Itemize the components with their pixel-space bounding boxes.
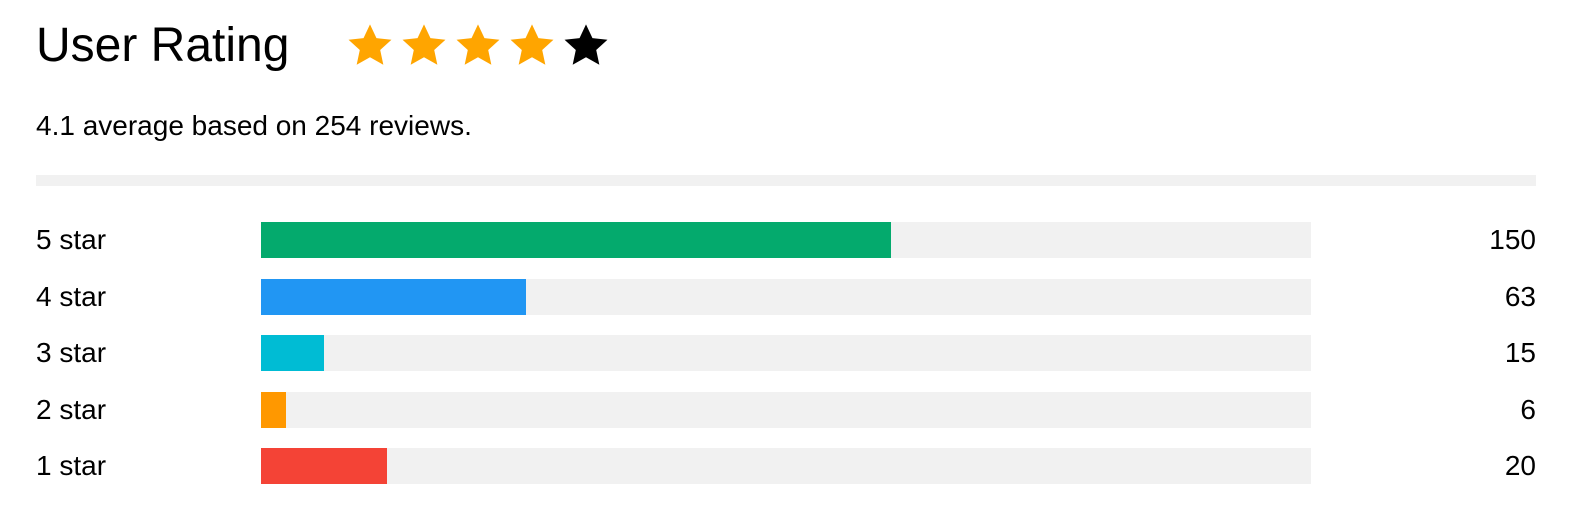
rating-row-count: 63 [1504, 280, 1536, 312]
rating-row-label: 3 star [36, 337, 107, 368]
rating-breakdown: 5 star 150 4 star 63 3 star 15 2 star 6 … [36, 222, 1536, 505]
rating-row-label: 1 star [36, 450, 107, 481]
rating-bar-fill [261, 448, 387, 484]
page-title: User Rating [36, 19, 290, 72]
star-icon [348, 24, 392, 65]
star-icon [564, 24, 608, 65]
star-icon [402, 24, 446, 65]
rating-bar-track [261, 391, 1311, 428]
rating-bar-fill [261, 391, 287, 428]
rating-bar-track [261, 278, 1311, 315]
rating-summary: 4.1 average based on 254 reviews. [36, 110, 472, 141]
rating-row-count: 15 [1504, 337, 1536, 368]
divider [36, 175, 1536, 186]
rating-bar-track [261, 448, 1311, 484]
rating-row-label: 4 star [36, 280, 107, 312]
star-rating [345, 21, 615, 71]
rating-row: 4 star 63 [36, 278, 1536, 315]
rating-row: 5 star 150 [36, 222, 1536, 258]
rating-row: 1 star 20 [36, 448, 1536, 484]
rating-row-label: 5 star [36, 224, 107, 255]
rating-row: 3 star 15 [36, 335, 1536, 371]
rating-row-count: 20 [1504, 450, 1536, 481]
rating-row-count: 150 [1489, 224, 1536, 255]
rating-bar-fill [261, 278, 526, 315]
rating-row: 2 star 6 [36, 391, 1536, 428]
star-icon [456, 24, 500, 65]
rating-row-label: 2 star [36, 393, 107, 425]
rating-bar-fill [261, 335, 324, 371]
rating-header: User Rating [36, 14, 615, 78]
rating-row-count: 6 [1520, 393, 1536, 425]
rating-bar-fill [261, 222, 891, 258]
star-icon [510, 24, 554, 65]
rating-bar-track [261, 335, 1311, 371]
rating-bar-track [261, 222, 1311, 258]
